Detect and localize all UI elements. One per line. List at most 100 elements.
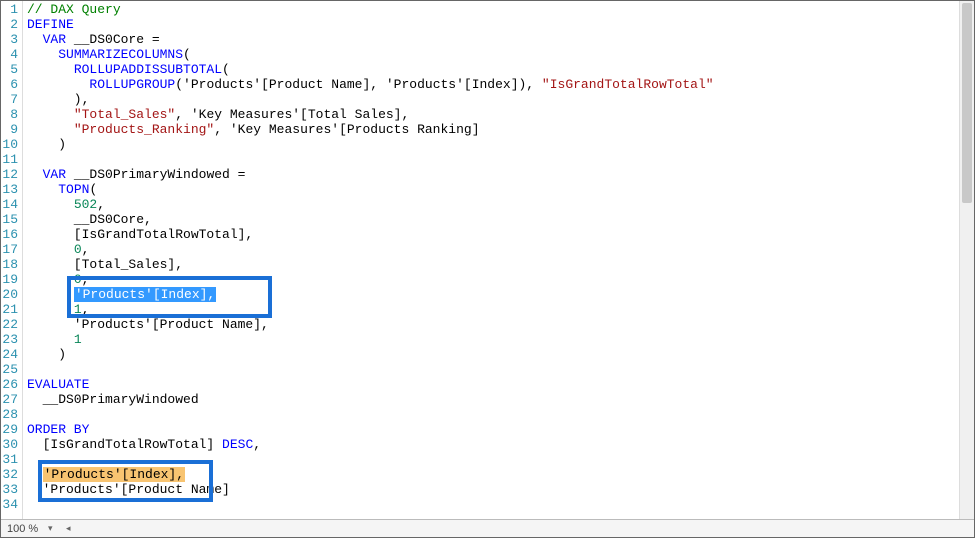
code-token: ('Products'[Product Name], 'Products'[In… (175, 77, 542, 92)
code-token: DESC (222, 437, 253, 452)
line-number: 30 (1, 437, 18, 452)
code-line[interactable]: "Products_Ranking", 'Key Measures'[Produ… (27, 122, 974, 137)
line-number: 33 (1, 482, 18, 497)
line-number: 9 (1, 122, 18, 137)
code-line[interactable]: ROLLUPGROUP('Products'[Product Name], 'P… (27, 77, 974, 92)
code-line[interactable]: 502, (27, 197, 974, 212)
code-token: __DS0Core, (27, 212, 152, 227)
code-line[interactable]: EVALUATE (27, 377, 974, 392)
scroll-left-icon[interactable]: ◂ (62, 523, 74, 535)
code-token (27, 182, 58, 197)
code-token (27, 47, 58, 62)
code-area[interactable]: // DAX QueryDEFINE VAR __DS0Core = SUMMA… (23, 1, 974, 519)
code-line[interactable] (27, 362, 974, 377)
code-line[interactable]: 1, (27, 302, 974, 317)
code-line[interactable]: 1 (27, 332, 974, 347)
code-line[interactable]: // DAX Query (27, 2, 974, 17)
code-line[interactable] (27, 497, 974, 512)
code-line[interactable]: ROLLUPADDISSUBTOTAL( (27, 62, 974, 77)
line-number: 29 (1, 422, 18, 437)
line-number: 6 (1, 77, 18, 92)
line-number: 2 (1, 17, 18, 32)
line-number: 31 (1, 452, 18, 467)
line-number: 7 (1, 92, 18, 107)
line-number: 32 (1, 467, 18, 482)
code-line[interactable]: [Total_Sales], (27, 257, 974, 272)
line-number: 22 (1, 317, 18, 332)
code-token: VAR (43, 167, 66, 182)
code-line[interactable]: 'Products'[Index], (27, 287, 974, 302)
code-line[interactable]: TOPN( (27, 182, 974, 197)
code-token: __DS0Core = (66, 32, 160, 47)
code-line[interactable]: 'Products'[Product Name], (27, 317, 974, 332)
line-number: 13 (1, 182, 18, 197)
code-line[interactable]: ORDER BY (27, 422, 974, 437)
code-token (27, 107, 74, 122)
code-token (27, 287, 74, 302)
line-number: 5 (1, 62, 18, 77)
line-number: 21 (1, 302, 18, 317)
code-token (27, 467, 43, 482)
code-line[interactable]: ) (27, 347, 974, 362)
line-number: 26 (1, 377, 18, 392)
line-number: 18 (1, 257, 18, 272)
code-line[interactable]: __DS0Core, (27, 212, 974, 227)
code-line[interactable]: 'Products'[Product Name] (27, 482, 974, 497)
code-token (27, 32, 43, 47)
code-line[interactable]: VAR __DS0PrimaryWindowed = (27, 167, 974, 182)
code-token: [IsGrandTotalRowTotal], (27, 227, 253, 242)
code-token: 'Products'[Product Name], (27, 317, 269, 332)
code-token: "Products_Ranking" (74, 122, 214, 137)
code-line[interactable]: "Total_Sales", 'Key Measures'[Total Sale… (27, 107, 974, 122)
scrollbar-thumb[interactable] (962, 3, 972, 203)
code-line[interactable]: [IsGrandTotalRowTotal] DESC, (27, 437, 974, 452)
code-token: , (97, 197, 105, 212)
code-editor[interactable]: 1234567891011121314151617181920212223242… (1, 1, 974, 519)
code-token: 'Products'[Index], (43, 467, 185, 482)
code-token: 'Products'[Product Name] (27, 482, 230, 497)
zoom-dropdown-icon[interactable]: ▾ (44, 523, 56, 535)
line-number: 8 (1, 107, 18, 122)
code-token: ) (27, 137, 66, 152)
code-token: 0 (74, 272, 82, 287)
code-token: , (82, 302, 90, 317)
code-line[interactable]: __DS0PrimaryWindowed (27, 392, 974, 407)
code-token: 'Products'[Index], (74, 287, 216, 302)
code-token (27, 62, 74, 77)
code-line[interactable]: 0, (27, 272, 974, 287)
code-line[interactable]: 0, (27, 242, 974, 257)
code-token: ( (222, 62, 230, 77)
code-token (27, 197, 74, 212)
line-number: 11 (1, 152, 18, 167)
vertical-scrollbar[interactable] (959, 1, 974, 519)
line-number-gutter: 1234567891011121314151617181920212223242… (1, 1, 23, 519)
code-token: , (82, 242, 90, 257)
code-line[interactable]: ) (27, 137, 974, 152)
code-line[interactable] (27, 407, 974, 422)
code-line[interactable]: DEFINE (27, 17, 974, 32)
code-token (27, 332, 74, 347)
code-line[interactable]: 'Products'[Index], (27, 467, 974, 482)
line-number: 16 (1, 227, 18, 242)
code-line[interactable]: [IsGrandTotalRowTotal], (27, 227, 974, 242)
line-number: 17 (1, 242, 18, 257)
line-number: 12 (1, 167, 18, 182)
code-token: __DS0PrimaryWindowed = (66, 167, 245, 182)
code-line[interactable] (27, 452, 974, 467)
code-line[interactable]: ), (27, 92, 974, 107)
code-line[interactable]: SUMMARIZECOLUMNS( (27, 47, 974, 62)
code-token: ( (89, 182, 97, 197)
code-line[interactable] (27, 152, 974, 167)
line-number: 15 (1, 212, 18, 227)
code-token: 0 (74, 242, 82, 257)
code-token: ROLLUPADDISSUBTOTAL (74, 62, 222, 77)
code-token: DEFINE (27, 17, 74, 32)
zoom-level[interactable]: 100 % (7, 523, 38, 535)
code-token (27, 77, 89, 92)
line-number: 24 (1, 347, 18, 362)
line-number: 23 (1, 332, 18, 347)
code-line[interactable]: VAR __DS0Core = (27, 32, 974, 47)
code-token: VAR (43, 32, 66, 47)
line-number: 19 (1, 272, 18, 287)
code-token: "Total_Sales" (74, 107, 175, 122)
